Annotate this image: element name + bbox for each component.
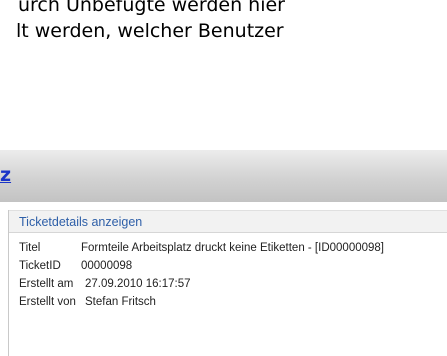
header-bar — [0, 150, 447, 202]
detail-value-title: Formteile Arbeitsplatz druckt keine Etik… — [81, 242, 384, 254]
document-text-line-2: lt werden, welcher Benutzer — [16, 20, 284, 42]
detail-label-created-at: Erstellt am — [19, 278, 74, 290]
ticket-details-toggle-link[interactable]: Ticketdetails anzeigen — [19, 215, 142, 230]
header-link[interactable]: z — [0, 164, 11, 186]
document-text-line-1: urch Unbefugte werden hier — [18, 0, 285, 16]
detail-label-created-by: Erstellt von — [19, 296, 76, 308]
ticket-details-header: Ticketdetails anzeigen — [9, 210, 447, 233]
detail-label-title: Titel — [19, 242, 41, 254]
detail-value-created-by: Stefan Fritsch — [85, 296, 156, 308]
detail-label-ticket-id: TicketID — [19, 260, 61, 272]
ticket-details-panel: Ticketdetails anzeigen Titel Formteile A… — [8, 210, 447, 356]
detail-value-created-at: 27.09.2010 16:17:57 — [85, 278, 191, 290]
detail-value-ticket-id: 00000098 — [81, 260, 133, 272]
